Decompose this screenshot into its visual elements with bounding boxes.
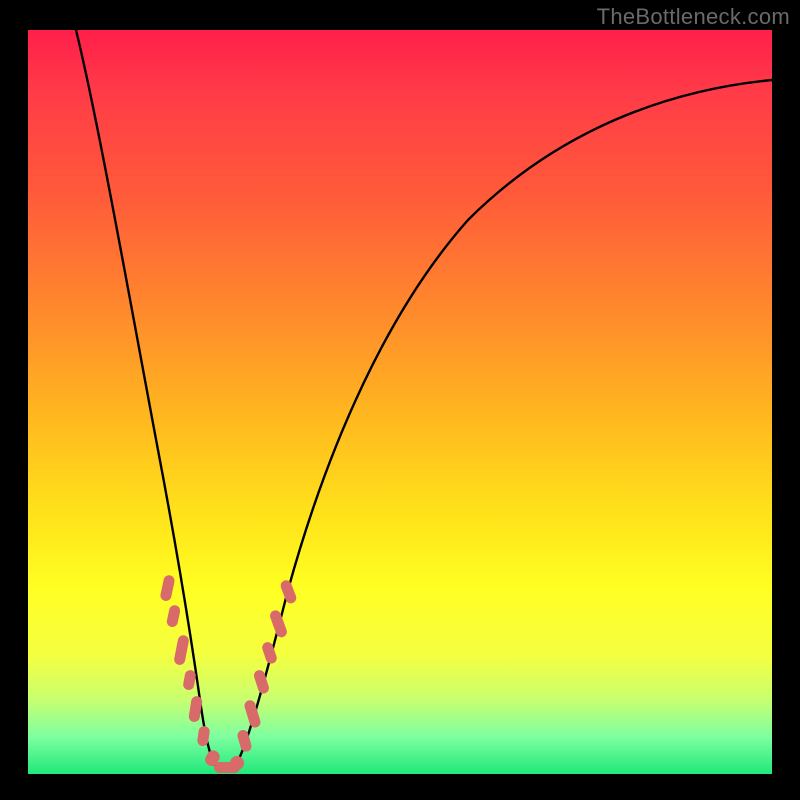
bead-left xyxy=(188,695,203,722)
bead-group xyxy=(159,574,297,773)
chart-frame: TheBottleneck.com xyxy=(0,0,800,800)
bead-right xyxy=(261,641,279,665)
watermark-text: TheBottleneck.com xyxy=(597,4,790,30)
bead-left xyxy=(182,669,196,691)
bead-right xyxy=(279,579,298,605)
plot-area xyxy=(28,30,772,774)
bead-right xyxy=(269,609,289,639)
bead-right xyxy=(253,669,271,695)
bead-left xyxy=(159,574,175,602)
bead-left xyxy=(173,634,190,666)
bead-left xyxy=(166,604,181,628)
bead-right xyxy=(236,729,253,753)
bead-right xyxy=(243,699,262,729)
plot-svg xyxy=(28,30,772,774)
